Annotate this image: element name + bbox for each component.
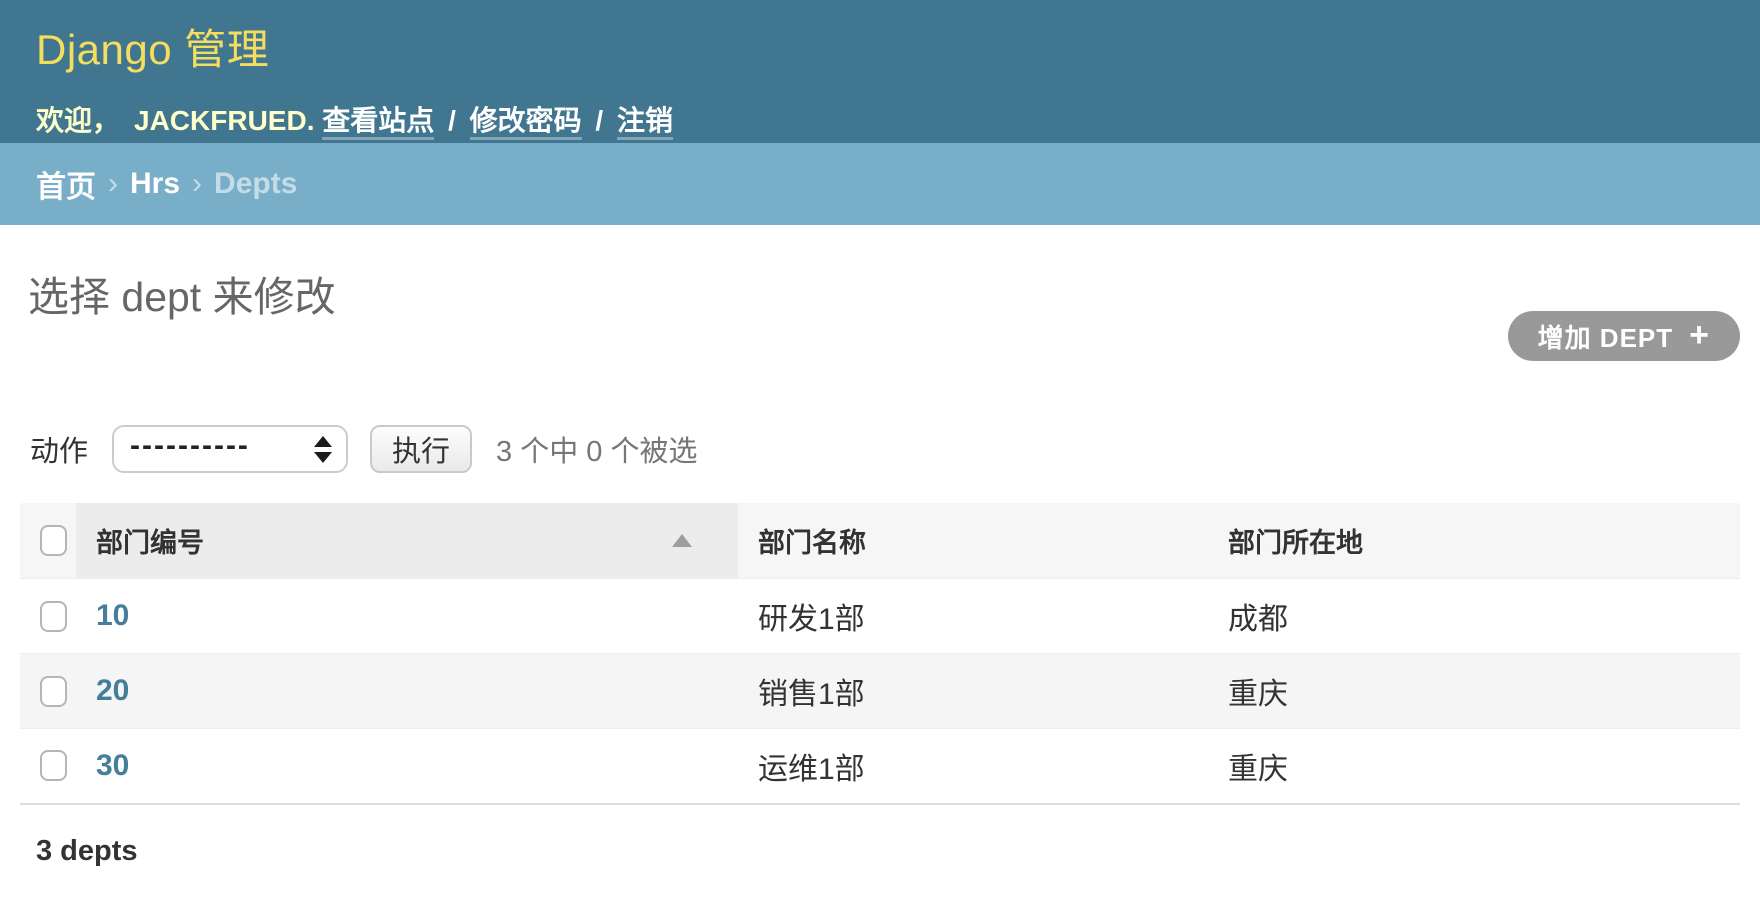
dept-name-cell: 研发1部	[738, 579, 1208, 654]
link-separator: /	[595, 105, 603, 136]
breadcrumb-separator: ›	[108, 167, 118, 201]
select-spinner-icon	[314, 436, 332, 463]
dept-no-link[interactable]: 20	[96, 674, 129, 707]
add-dept-label: 增加 DEPT	[1538, 318, 1674, 355]
sort-ascending-icon[interactable]	[672, 534, 692, 547]
action-counter: 3 个中 0 个被选	[496, 428, 697, 470]
page-title: 选择 dept 来修改	[28, 263, 1740, 323]
breadcrumb-separator: ›	[192, 167, 202, 201]
select-all-header	[20, 503, 76, 579]
row-checkbox[interactable]	[40, 601, 67, 632]
dept-name-cell: 运维1部	[738, 729, 1208, 804]
table-header-row: 部门编号 部门名称 部门所在地	[20, 503, 1740, 579]
breadcrumb-current: Depts	[214, 167, 297, 201]
table-row: 10 研发1部 成都	[20, 579, 1740, 654]
table-row: 20 销售1部 重庆	[20, 654, 1740, 729]
app-header: Django 管理 欢迎， JACKFRUED. 查看站点 / 修改密码 / 注销	[0, 0, 1760, 143]
actions-label: 动作	[30, 428, 88, 470]
dept-table: 部门编号 部门名称 部门所在地 10 研发1部 成都 20	[20, 503, 1740, 805]
paginator: 3 depts	[20, 805, 1740, 900]
action-select-value: ----------	[130, 429, 250, 463]
actions-bar: 动作 ---------- 执行 3 个中 0 个被选	[30, 425, 1740, 473]
username: JACKFRUED.	[134, 105, 314, 136]
change-password-link[interactable]: 修改密码	[470, 105, 582, 140]
table-row: 30 运维1部 重庆	[20, 729, 1740, 804]
select-all-checkbox[interactable]	[40, 525, 67, 556]
column-header-label: 部门编号	[96, 521, 204, 560]
column-header-dept-name[interactable]: 部门名称	[738, 503, 1208, 579]
row-checkbox-cell	[20, 729, 76, 804]
row-checkbox[interactable]	[40, 750, 67, 781]
dept-no-cell: 30	[76, 729, 738, 804]
view-site-link[interactable]: 查看站点	[322, 105, 434, 140]
object-tools: 增加 DEPT +	[1508, 311, 1740, 361]
row-checkbox-cell	[20, 579, 76, 654]
column-header-dept-location[interactable]: 部门所在地	[1208, 503, 1740, 579]
column-header-dept-no[interactable]: 部门编号	[76, 503, 738, 579]
dept-name-cell: 销售1部	[738, 654, 1208, 729]
dept-location-cell: 重庆	[1208, 729, 1740, 804]
dept-no-link[interactable]: 10	[96, 599, 129, 632]
dept-location-cell: 成都	[1208, 579, 1740, 654]
welcome-text: 欢迎，	[36, 105, 120, 136]
breadcrumb-app-link[interactable]: Hrs	[130, 167, 180, 201]
breadcrumb-home-link[interactable]: 首页	[36, 162, 96, 206]
go-button[interactable]: 执行	[370, 425, 472, 473]
plus-icon: +	[1689, 318, 1710, 352]
action-select[interactable]: ----------	[112, 425, 348, 473]
row-checkbox[interactable]	[40, 676, 67, 707]
add-dept-button[interactable]: 增加 DEPT +	[1508, 311, 1740, 361]
dept-location-cell: 重庆	[1208, 654, 1740, 729]
logout-link[interactable]: 注销	[617, 105, 673, 140]
dept-no-cell: 20	[76, 654, 738, 729]
main-content: 选择 dept 来修改 增加 DEPT + 动作 ---------- 执行 3…	[0, 263, 1760, 900]
dept-no-cell: 10	[76, 579, 738, 654]
link-separator: /	[448, 105, 456, 136]
dept-no-link[interactable]: 30	[96, 749, 129, 782]
site-branding[interactable]: Django 管理	[36, 16, 1724, 77]
breadcrumb: 首页 › Hrs › Depts	[0, 143, 1760, 225]
row-checkbox-cell	[20, 654, 76, 729]
user-tools: 欢迎， JACKFRUED. 查看站点 / 修改密码 / 注销	[36, 99, 1724, 139]
